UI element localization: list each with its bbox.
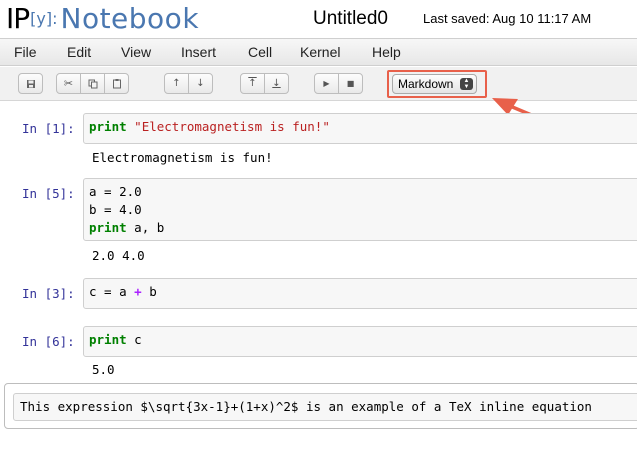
move-up-icon: ↑: [172, 78, 181, 89]
notebook-name[interactable]: Untitled0: [313, 8, 388, 30]
stop-button[interactable]: ■: [338, 73, 363, 94]
logo-notebook: Notebook: [60, 2, 200, 35]
logo-ip: IP: [6, 2, 30, 35]
menu-edit[interactable]: Edit: [67, 44, 91, 60]
code-cell-input[interactable]: print "Electromagnetism is fun!": [83, 113, 637, 144]
ipython-logo[interactable]: IP[y]: Notebook: [6, 0, 199, 36]
copy-button[interactable]: [80, 73, 105, 94]
menu-help[interactable]: Help: [372, 44, 401, 60]
move-up-button[interactable]: ↑: [164, 73, 189, 94]
run-icon: ▶: [323, 79, 330, 88]
code-token: c: [126, 332, 142, 347]
move-down-icon: ↓: [196, 78, 205, 89]
insert-above-button[interactable]: ↑: [240, 73, 265, 94]
code-text: c = a + b: [89, 283, 157, 301]
save-status: Last saved: Aug 10 11:17 AM: [423, 11, 592, 26]
move-down-button[interactable]: ↓: [188, 73, 213, 94]
menubar: File Edit View Insert Cell Kernel Help: [0, 38, 637, 66]
insert-below-button[interactable]: ↓: [264, 73, 289, 94]
menu-kernel[interactable]: Kernel: [300, 44, 340, 60]
code-text: print c: [89, 331, 142, 349]
menu-insert[interactable]: Insert: [181, 44, 216, 60]
paste-button[interactable]: [104, 73, 129, 94]
cut-button[interactable]: ✂: [56, 73, 81, 94]
code-token: a, b: [126, 220, 165, 235]
code-cell-input[interactable]: a = 2.0 b = 4.0 print a, b: [83, 178, 637, 241]
insert-below-icon: ↓: [272, 78, 281, 89]
cell-output: Electromagnetism is fun!: [92, 150, 273, 165]
code-text: a = 2.0 b = 4.0 print a, b: [89, 183, 164, 237]
markdown-cell[interactable]: This expression $\sqrt{3x-1}+(1+x)^2$ is…: [4, 383, 637, 429]
cut-icon: ✂: [63, 77, 74, 90]
save-icon: [26, 79, 35, 88]
code-token: b: [141, 284, 157, 299]
copy-icon: [88, 79, 97, 88]
save-button[interactable]: [18, 73, 43, 94]
menu-file[interactable]: File: [14, 44, 37, 60]
cell-output: 2.0 4.0: [92, 248, 145, 263]
menu-cell[interactable]: Cell: [248, 44, 272, 60]
code-keyword: print: [89, 332, 127, 347]
annotation-highlight-box: [387, 70, 487, 98]
stop-icon: ■: [346, 79, 355, 88]
cell-output: 5.0: [92, 362, 115, 377]
logo-y: [y]:: [30, 9, 58, 28]
cell-prompt: In [1]:: [22, 121, 75, 136]
markdown-cell-input[interactable]: This expression $\sqrt{3x-1}+(1+x)^2$ is…: [13, 393, 637, 421]
code-operator: +: [134, 284, 142, 299]
insert-above-icon: ↑: [248, 78, 257, 89]
code-string: "Electromagnetism is fun!": [134, 119, 330, 134]
run-button[interactable]: ▶: [314, 73, 339, 94]
code-text: print "Electromagnetism is fun!": [89, 118, 330, 136]
markdown-text: This expression $\sqrt{3x-1}+(1+x)^2$ is…: [20, 399, 592, 414]
menu-view[interactable]: View: [121, 44, 151, 60]
cell-prompt: In [5]:: [22, 186, 75, 201]
cell-prompt: In [6]:: [22, 334, 75, 349]
header: IP[y]: Notebook Untitled0 Last saved: Aug…: [0, 0, 637, 38]
code-token: a = 2.0: [89, 184, 142, 199]
paste-icon: [112, 79, 121, 89]
code-keyword: print: [89, 119, 127, 134]
code-token: c = a: [89, 284, 135, 299]
code-keyword: print: [89, 220, 127, 235]
cell-prompt: In [3]:: [22, 286, 75, 301]
code-cell-input[interactable]: print c: [83, 326, 637, 357]
code-cell-input[interactable]: c = a + b: [83, 278, 637, 309]
code-token: b = 4.0: [89, 202, 142, 217]
